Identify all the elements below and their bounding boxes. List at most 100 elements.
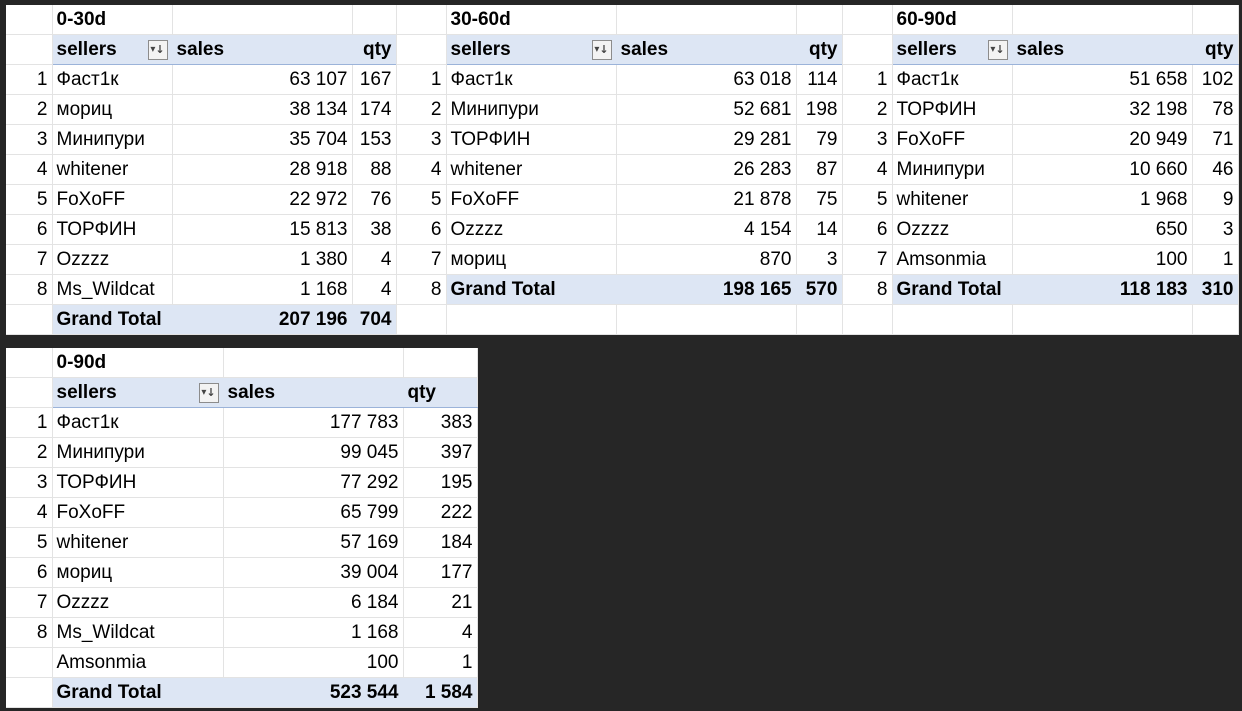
sales-cell[interactable]: 4 154 (616, 214, 797, 245)
seller-cell[interactable]: Минипури (892, 154, 1013, 185)
seller-cell[interactable]: FoXoFF (52, 184, 173, 215)
sales-cell[interactable]: 65 799 (223, 497, 404, 528)
row-number[interactable]: 8 (6, 274, 53, 305)
sales-cell[interactable]: 100 (1012, 244, 1193, 275)
sales-cell[interactable]: 99 045 (223, 437, 404, 468)
seller-cell[interactable]: мориц (52, 557, 224, 588)
row-number[interactable]: 3 (396, 124, 447, 155)
sales-cell[interactable]: 38 134 (172, 94, 353, 125)
seller-cell[interactable]: ТОРФИН (52, 467, 224, 498)
qty-cell[interactable]: 184 (403, 527, 478, 558)
sales-cell[interactable]: 57 169 (223, 527, 404, 558)
row-number[interactable]: 4 (6, 154, 53, 185)
row-number[interactable]: 1 (6, 64, 53, 95)
row-number[interactable]: 5 (396, 184, 447, 215)
seller-cell[interactable]: мориц (446, 244, 617, 275)
sales-cell[interactable]: 29 281 (616, 124, 797, 155)
seller-cell[interactable]: ТОРФИН (446, 124, 617, 155)
sales-cell[interactable]: 870 (616, 244, 797, 275)
sales-cell[interactable]: 22 972 (172, 184, 353, 215)
filter-sort-icon[interactable]: ▾ ↓ (987, 39, 1008, 60)
seller-cell[interactable]: Amsonmia (52, 647, 224, 678)
qty-cell[interactable]: 4 (352, 244, 397, 275)
sales-cell[interactable]: 177 783 (223, 407, 404, 438)
sales-cell[interactable]: 20 949 (1012, 124, 1193, 155)
sales-cell[interactable]: 15 813 (172, 214, 353, 245)
row-number[interactable]: 2 (6, 437, 53, 468)
qty-header[interactable]: qty (403, 377, 478, 408)
seller-cell[interactable]: Минипури (52, 437, 224, 468)
seller-cell[interactable]: Фаст1к (52, 407, 224, 438)
qty-header[interactable]: qty (1192, 34, 1239, 65)
row-number[interactable]: 8 (6, 617, 53, 648)
sales-header[interactable]: sales (1012, 34, 1193, 65)
seller-cell[interactable]: Минипури (446, 94, 617, 125)
seller-cell[interactable]: whitener (52, 154, 173, 185)
seller-cell[interactable]: Ms_Wildcat (52, 274, 173, 305)
sales-cell[interactable]: 32 198 (1012, 94, 1193, 125)
seller-cell[interactable]: Ozzzz (52, 587, 224, 618)
row-number[interactable]: 4 (842, 154, 893, 185)
qty-cell[interactable]: 222 (403, 497, 478, 528)
sellers-header[interactable]: sellers ▾ ↓ (52, 377, 224, 408)
qty-cell[interactable]: 177 (403, 557, 478, 588)
sales-cell[interactable]: 10 660 (1012, 154, 1193, 185)
row-number[interactable]: 3 (6, 124, 53, 155)
sales-cell[interactable]: 1 968 (1012, 184, 1193, 215)
qty-cell[interactable]: 153 (352, 124, 397, 155)
row-number[interactable]: 5 (6, 527, 53, 558)
sellers-header[interactable]: sellers ▾ ↓ (446, 34, 617, 65)
row-number[interactable] (6, 647, 53, 678)
row-number[interactable]: 7 (6, 244, 53, 275)
qty-cell[interactable]: 167 (352, 64, 397, 95)
row-number[interactable]: 6 (842, 214, 893, 245)
seller-cell[interactable]: whitener (892, 184, 1013, 215)
row-number[interactable]: 6 (6, 557, 53, 588)
sales-header[interactable]: sales (616, 34, 797, 65)
sales-cell[interactable]: 39 004 (223, 557, 404, 588)
row-number[interactable]: 7 (842, 244, 893, 275)
sales-cell[interactable]: 6 184 (223, 587, 404, 618)
seller-cell[interactable]: FoXoFF (52, 497, 224, 528)
seller-cell[interactable]: FoXoFF (446, 184, 617, 215)
seller-cell[interactable]: Минипури (52, 124, 173, 155)
seller-cell[interactable]: мориц (52, 94, 173, 125)
sales-cell[interactable]: 77 292 (223, 467, 404, 498)
sales-cell[interactable]: 650 (1012, 214, 1193, 245)
row-number[interactable]: 2 (396, 94, 447, 125)
qty-cell[interactable]: 1 (403, 647, 478, 678)
seller-cell[interactable]: Ozzzz (892, 214, 1013, 245)
sales-header[interactable]: sales (223, 377, 404, 408)
sales-cell[interactable]: 21 878 (616, 184, 797, 215)
seller-cell[interactable]: FoXoFF (892, 124, 1013, 155)
seller-cell[interactable]: Ozzzz (52, 244, 173, 275)
row-number[interactable]: 5 (842, 184, 893, 215)
row-number[interactable]: 5 (6, 184, 53, 215)
seller-cell[interactable]: ТОРФИН (52, 214, 173, 245)
qty-cell[interactable]: 114 (796, 64, 843, 95)
seller-cell[interactable]: Фаст1к (52, 64, 173, 95)
seller-cell[interactable]: whitener (52, 527, 224, 558)
qty-cell[interactable]: 87 (796, 154, 843, 185)
qty-cell[interactable]: 102 (1192, 64, 1239, 95)
qty-cell[interactable]: 71 (1192, 124, 1239, 155)
row-number[interactable]: 7 (396, 244, 447, 275)
sales-cell[interactable]: 52 681 (616, 94, 797, 125)
qty-cell[interactable]: 75 (796, 184, 843, 215)
qty-cell[interactable]: 383 (403, 407, 478, 438)
sales-cell[interactable]: 100 (223, 647, 404, 678)
sales-cell[interactable]: 1 380 (172, 244, 353, 275)
sales-header[interactable]: sales (172, 34, 353, 65)
qty-cell[interactable]: 3 (1192, 214, 1239, 245)
row-number[interactable]: 3 (6, 467, 53, 498)
qty-cell[interactable]: 4 (352, 274, 397, 305)
seller-cell[interactable]: whitener (446, 154, 617, 185)
seller-cell[interactable]: Фаст1к (892, 64, 1013, 95)
qty-cell[interactable]: 198 (796, 94, 843, 125)
sellers-header[interactable]: sellers ▾ ↓ (52, 34, 173, 65)
qty-header[interactable]: qty (796, 34, 843, 65)
qty-cell[interactable]: 76 (352, 184, 397, 215)
qty-cell[interactable]: 46 (1192, 154, 1239, 185)
qty-cell[interactable]: 79 (796, 124, 843, 155)
seller-cell[interactable]: Фаст1к (446, 64, 617, 95)
